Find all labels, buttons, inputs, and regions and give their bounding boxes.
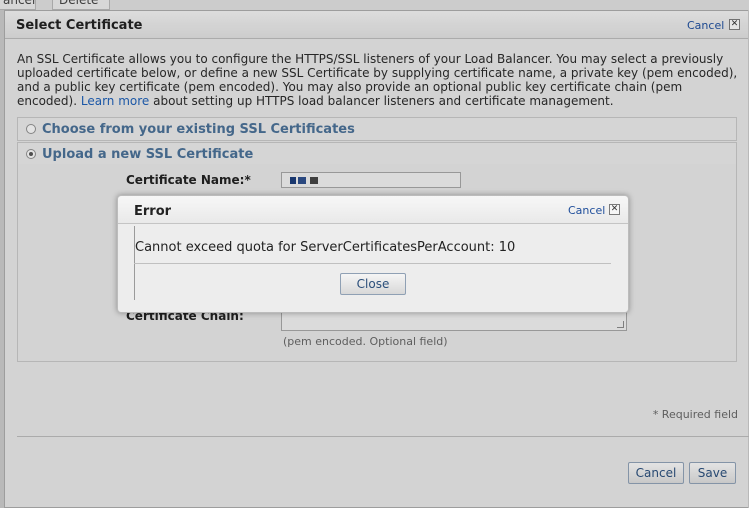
error-dialog: Error Cancel ✕ Cannot exceed quota for S…	[117, 195, 629, 313]
close-button[interactable]: Close	[340, 273, 406, 295]
error-close-icon[interactable]: ✕	[609, 204, 620, 215]
error-message: Cannot exceed quota for ServerCertificat…	[135, 240, 516, 255]
error-divider	[134, 263, 611, 264]
error-cancel-link[interactable]: Cancel	[568, 204, 605, 217]
error-title: Error	[134, 204, 172, 219]
error-dialog-header: Error Cancel ✕	[118, 196, 628, 224]
